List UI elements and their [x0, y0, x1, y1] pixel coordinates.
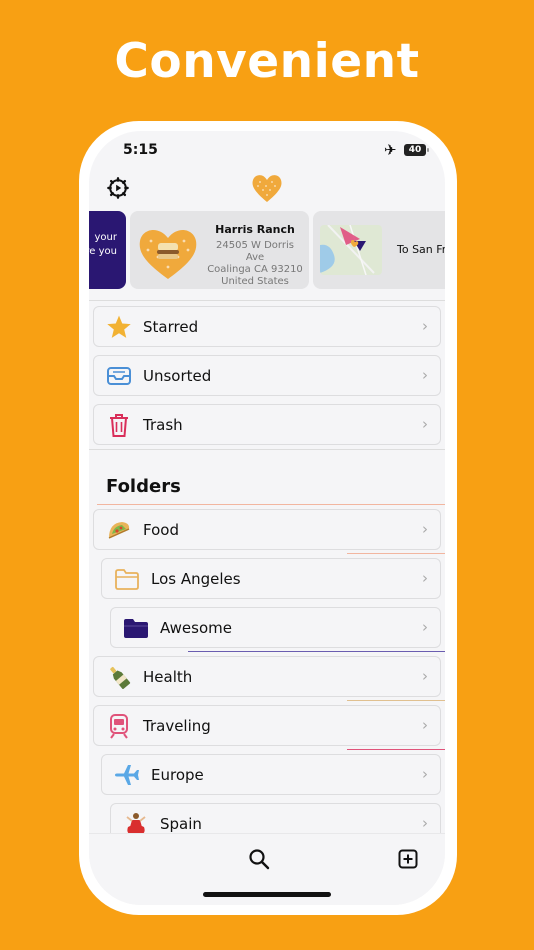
- row-divider: [347, 749, 445, 750]
- folder-label: Los Angeles: [151, 570, 241, 588]
- unsorted-label: Unsorted: [143, 367, 212, 385]
- folder-filled-icon: [123, 615, 149, 641]
- folder-row-health[interactable]: Health ›: [93, 656, 441, 697]
- unsorted-row[interactable]: Unsorted ›: [93, 355, 441, 396]
- bottle-icon: [106, 664, 132, 690]
- app-screen: 5:15 ✈ 40 your re you: [89, 131, 445, 905]
- folder-row-europe[interactable]: Europe ›: [101, 754, 441, 795]
- row-divider: [347, 700, 445, 701]
- folder-row-los-angeles[interactable]: Los Angeles ›: [101, 558, 441, 599]
- chevron-right-icon: ›: [422, 520, 428, 538]
- taco-icon: [106, 517, 132, 543]
- app-logo-icon: [252, 175, 282, 202]
- partial-card-line2: re you: [89, 246, 117, 257]
- add-square-icon[interactable]: [398, 849, 418, 869]
- airplane-mode-icon: ✈: [384, 141, 397, 159]
- row-divider: [347, 553, 445, 554]
- chevron-right-icon: ›: [422, 814, 428, 832]
- search-icon[interactable]: [248, 848, 270, 870]
- folder-label: Traveling: [143, 717, 211, 735]
- starred-label: Starred: [143, 318, 199, 336]
- address-line2: Coalinga CA 93210: [207, 264, 303, 275]
- status-bar: 5:15 ✈ 40: [89, 131, 445, 171]
- chevron-right-icon: ›: [422, 667, 428, 685]
- chevron-right-icon: ›: [422, 317, 428, 335]
- route-card[interactable]: To San Fra: [313, 211, 445, 289]
- inbox-tray-icon: [106, 363, 132, 389]
- status-time: 5:15: [123, 142, 158, 158]
- carousel-divider: [89, 300, 445, 301]
- train-icon: [106, 713, 132, 739]
- map-thumbnail: [320, 225, 382, 275]
- recent-places-carousel[interactable]: your re you Harris Ranch 24505 W Dorris …: [89, 211, 445, 289]
- settings-gear-icon[interactable]: [107, 177, 129, 199]
- place-address: 24505 W Dorris Ave Coalinga CA 93210 Uni…: [206, 240, 304, 288]
- partial-card[interactable]: your re you: [89, 211, 126, 289]
- airplane-icon: [114, 762, 140, 788]
- starred-row[interactable]: Starred ›: [93, 306, 441, 347]
- headline: Convenient: [114, 34, 420, 89]
- folder-row-food[interactable]: Food ›: [93, 509, 441, 550]
- folder-label: Food: [143, 521, 179, 539]
- row-divider: [188, 651, 445, 652]
- place-card[interactable]: Harris Ranch 24505 W Dorris Ave Coalinga…: [130, 211, 309, 289]
- folder-row-traveling[interactable]: Traveling ›: [93, 705, 441, 746]
- place-title: Harris Ranch: [215, 223, 295, 236]
- folder-label: Health: [143, 668, 193, 686]
- chevron-right-icon: ›: [422, 415, 428, 433]
- chevron-right-icon: ›: [422, 366, 428, 384]
- star-icon: [106, 314, 132, 340]
- battery-icon: 40: [404, 144, 429, 156]
- section-divider: [89, 449, 445, 450]
- address-line1: 24505 W Dorris Ave: [216, 240, 294, 263]
- chevron-right-icon: ›: [422, 716, 428, 734]
- route-title: To San Fra: [397, 243, 445, 256]
- folder-label: Europe: [151, 766, 204, 784]
- address-line3: United States: [221, 276, 289, 287]
- folders-heading: Folders: [106, 476, 181, 497]
- home-indicator: [203, 892, 331, 897]
- partial-card-line1: your: [94, 232, 118, 243]
- chevron-right-icon: ›: [422, 618, 428, 636]
- heart-cookie-thumbnail: [139, 229, 197, 279]
- folder-label: Spain: [160, 815, 202, 833]
- trash-icon: [106, 412, 132, 438]
- folder-outline-icon: [114, 566, 140, 592]
- chevron-right-icon: ›: [422, 765, 428, 783]
- folder-row-awesome[interactable]: Awesome ›: [110, 607, 441, 648]
- heading-underline: [97, 504, 445, 505]
- trash-row[interactable]: Trash ›: [93, 404, 441, 445]
- trash-label: Trash: [143, 416, 183, 434]
- tab-bar: [89, 833, 445, 905]
- folder-label: Awesome: [160, 619, 232, 637]
- chevron-right-icon: ›: [422, 569, 428, 587]
